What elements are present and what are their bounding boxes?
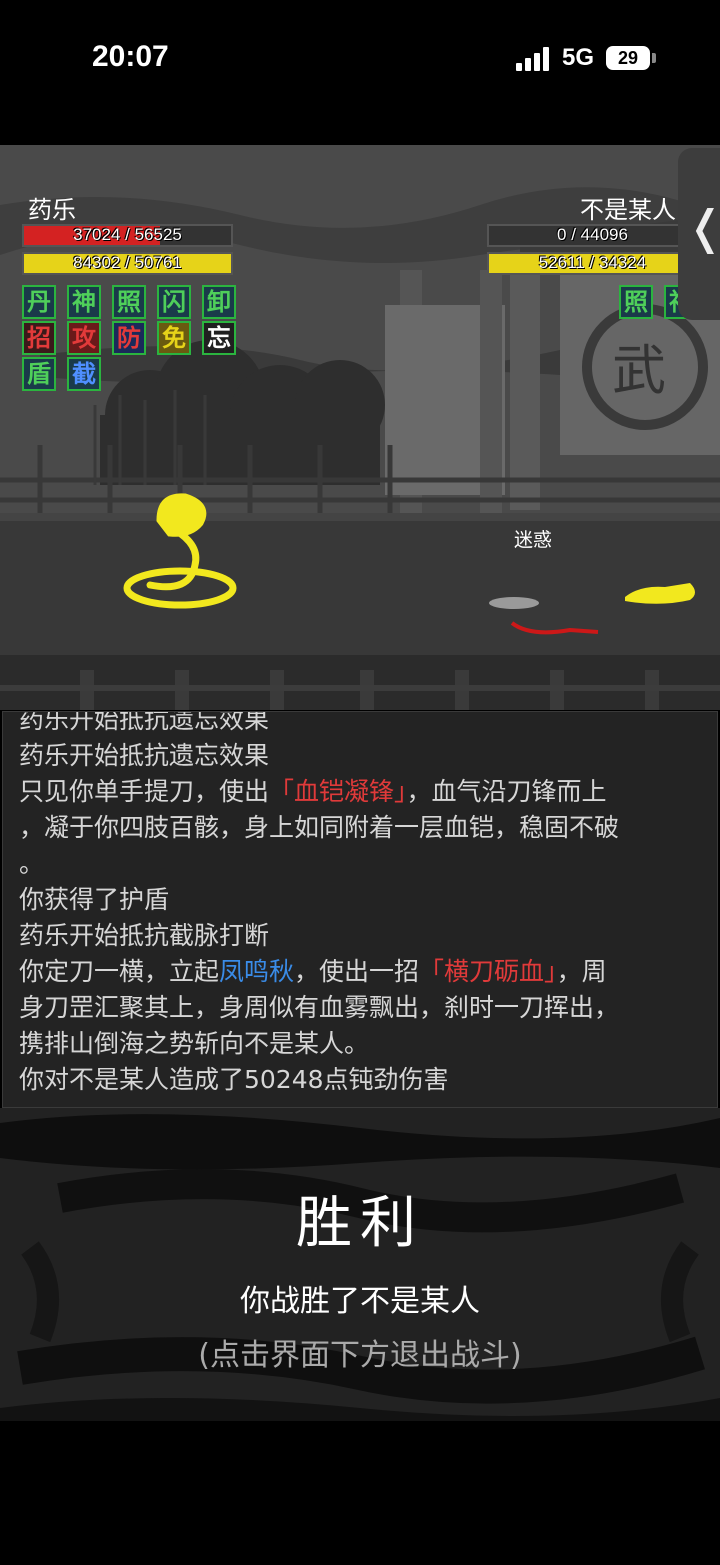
exit-battle-hint[interactable]: (点击界面下方退出战斗) [0, 1330, 720, 1374]
log-text: ，周 [556, 957, 607, 986]
battery-icon: 29 [606, 46, 650, 70]
log-line: 药乐开始抵抗截脉打断 [19, 918, 709, 954]
log-text: 。 [19, 849, 45, 878]
player-name: 药乐 [28, 196, 76, 224]
log-text: ，凝于你四肢百骸，身上如同附着一层血铠，稳固不破 [19, 813, 620, 842]
log-text: 只见你单手提刀，使出 [19, 777, 270, 806]
log-line: 药乐开始抵抗遗忘效果 [19, 711, 709, 738]
player-mp-text: 84302 / 50761 [73, 253, 182, 272]
buff-icon-7[interactable]: 防 [112, 321, 146, 355]
result-panel[interactable]: 胜利 你战胜了不是某人 (点击界面下方退出战斗) [0, 1108, 720, 1421]
log-text: 携排山倒海之势斩向不是某人。 [19, 1029, 370, 1058]
log-line: 只见你单手提刀，使出「血铠凝锋」，血气沿刀锋而上 [19, 774, 709, 810]
log-line: 你定刀一横，立起凤鸣秋，使出一招「横刀砺血」，周 [19, 954, 709, 990]
log-text: 药乐开始抵抗遗忘效果 [19, 711, 270, 734]
log-line: 你对不是某人造成了50248点钝劲伤害 [19, 1062, 709, 1098]
enemy-hp-text: 0 / 44096 [557, 225, 628, 244]
buff-icon-11[interactable]: 截 [67, 357, 101, 391]
enemy-mp-text: 52611 / 34324 [538, 253, 647, 272]
log-text: 你对不是某人造成了50248点钝劲伤害 [19, 1065, 449, 1094]
buff-icon-0[interactable]: 照 [619, 285, 653, 319]
buff-icon-5[interactable]: 招 [22, 321, 56, 355]
buff-icon-10[interactable]: 盾 [22, 357, 56, 391]
enemy-hp-bar: 0 / 44096 [487, 224, 698, 247]
log-line: 携排山倒海之势斩向不是某人。 [19, 1026, 709, 1062]
enemy-name: 不是某人 [580, 196, 676, 224]
clock: 20:07 [92, 40, 169, 73]
log-line: ，凝于你四肢百骸，身上如同附着一层血铠，稳固不破 [19, 810, 709, 846]
enemy-mp-bar: 52611 / 34324 [487, 252, 698, 275]
side-panel-toggle[interactable]: ❬ [678, 148, 720, 320]
player-hp-bar: 37024 / 56525 [22, 224, 233, 247]
buff-icon-6[interactable]: 攻 [67, 321, 101, 355]
battle-log-lines: 药乐开始抵抗遗忘效果 药乐开始抵抗遗忘效果 只见你单手提刀，使出「血铠凝锋」，血气沿… [19, 711, 709, 1098]
buff-icon-0[interactable]: 丹 [22, 285, 56, 319]
chevron-left-icon: ❬ [686, 200, 720, 254]
player-mp-bar: 84302 / 50761 [22, 252, 233, 275]
buff-icon-4[interactable]: 卸 [202, 285, 236, 319]
buff-icon-1[interactable]: 神 [67, 285, 101, 319]
skill-name: 凤鸣秋 [219, 957, 295, 986]
log-line: 药乐开始抵抗遗忘效果 [19, 738, 709, 774]
status-bar: 20:07 5G 29 [0, 0, 720, 120]
buff-icon-3[interactable]: 闪 [157, 285, 191, 319]
log-text: 身刀罡汇聚其上，身周似有血雾飘出，刹时一刀挥出， [19, 993, 620, 1022]
player-hp-text: 37024 / 56525 [73, 225, 182, 244]
victory-title: 胜利 [296, 1191, 424, 1256]
battery-tip [652, 53, 656, 63]
log-text: 你获得了护盾 [19, 885, 170, 914]
battle-scene[interactable]: 武 药乐 37024 / 56525 84302 / 50761 丹 神 照 闪… [0, 145, 720, 710]
buff-icon-8[interactable]: 免 [157, 321, 191, 355]
skill-name: 「血铠凝锋」 [269, 777, 407, 806]
log-line: 身刀罡汇聚其上，身周似有血雾飘出，刹时一刀挥出， [19, 990, 709, 1026]
log-text: 药乐开始抵抗截脉打断 [19, 921, 270, 950]
svg-text:武: 武 [612, 339, 666, 402]
battle-log[interactable]: 药乐开始抵抗遗忘效果 药乐开始抵抗遗忘效果 只见你单手提刀，使出「血铠凝锋」，血气沿… [2, 711, 718, 1108]
log-line: 你获得了护盾 [19, 882, 709, 918]
log-line: 。 [19, 846, 709, 882]
buff-icon-9[interactable]: 忘 [202, 321, 236, 355]
confuse-status-label: 迷惑 [514, 529, 553, 551]
buff-icon-2[interactable]: 照 [112, 285, 146, 319]
ink-wash-background [0, 1114, 720, 1421]
log-text: ，血气沿刀锋而上 [406, 777, 607, 806]
network-type: 5G [562, 44, 595, 71]
log-text: 药乐开始抵抗遗忘效果 [19, 741, 270, 770]
log-text: ，使出一招 [294, 957, 420, 986]
log-text: 你定刀一横，立起 [19, 957, 220, 986]
cellular-signal-icon [516, 47, 552, 71]
victory-subtitle: 你战胜了不是某人 [240, 1284, 480, 1319]
skill-name: 「横刀砺血」 [419, 957, 557, 986]
